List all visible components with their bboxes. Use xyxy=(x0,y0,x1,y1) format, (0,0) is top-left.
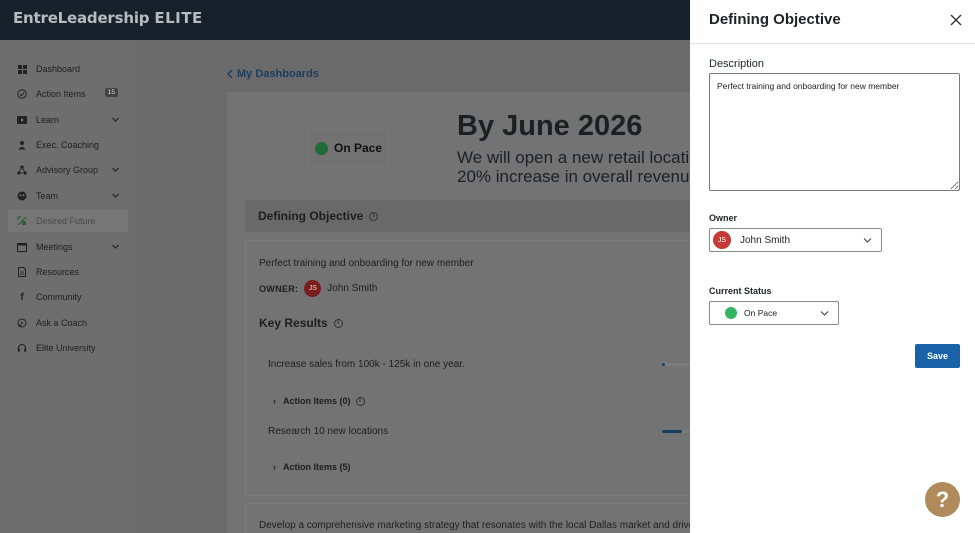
sidebar-item-label: Community xyxy=(36,292,82,302)
action-items-toggle[interactable]: › Action Items (0) i xyxy=(273,396,365,406)
key-result-text: Increase sales from 100k - 125k in one y… xyxy=(268,359,465,370)
chevron-down-icon xyxy=(863,238,872,243)
count-badge: 15 xyxy=(104,88,118,97)
key-result-progress-bar xyxy=(662,363,665,366)
chat-icon xyxy=(17,318,27,328)
key-result-progress-bar xyxy=(662,430,682,433)
close-icon[interactable] xyxy=(949,13,963,27)
team-icon xyxy=(17,191,27,201)
drawer-header: Defining Objective xyxy=(690,0,975,44)
play-icon xyxy=(17,115,27,125)
status-select[interactable]: On Pace xyxy=(709,301,839,325)
sidebar-item-advisory-group[interactable]: Advisory Group xyxy=(8,159,128,181)
group-icon xyxy=(17,165,27,175)
objective-text: Develop a comprehensive marketing strate… xyxy=(259,520,700,531)
objective-text: Perfect training and onboarding for new … xyxy=(259,258,474,269)
key-result-progress-track xyxy=(662,363,690,366)
avatar: JS xyxy=(713,231,731,249)
sidebar-item-exec-coaching[interactable]: Exec. Coaching xyxy=(8,134,128,156)
description-textarea[interactable] xyxy=(709,73,960,191)
sidebar-item-dashboard[interactable]: Dashboard xyxy=(8,58,128,80)
owner-select[interactable]: JS John Smith xyxy=(709,228,882,252)
chevron-down-icon[interactable] xyxy=(111,191,120,200)
owner-select-value: John Smith xyxy=(740,234,791,246)
action-items-toggle[interactable]: › Action Items (5) xyxy=(273,462,351,472)
goal-description: We will open a new retail location i 20%… xyxy=(457,148,725,186)
sidebar-item-learn[interactable]: Learn xyxy=(8,109,128,131)
coaching-icon xyxy=(17,140,27,150)
goal-description-line: We will open a new retail location i xyxy=(457,148,717,167)
info-icon[interactable]: i xyxy=(333,318,343,328)
sidebar-item-label: Learn xyxy=(36,115,60,125)
chevron-down-icon[interactable] xyxy=(111,165,120,174)
save-button[interactable]: Save xyxy=(915,344,960,368)
app-logo[interactable]: EntreLeadership ELITE xyxy=(13,9,203,27)
key-result-text: Research 10 new locations xyxy=(268,426,389,437)
avatar: JS xyxy=(304,280,322,297)
chevron-down-icon[interactable] xyxy=(111,242,120,251)
key-results-label: Key Results xyxy=(259,316,328,330)
future-icon xyxy=(17,216,27,226)
sidebar-item-resources[interactable]: Resources xyxy=(8,261,128,283)
edit-objective-drawer: Defining Objective Description Owner JS … xyxy=(690,0,975,533)
status-select-value: On Pace xyxy=(744,308,778,318)
check-circle-icon xyxy=(17,89,27,99)
current-status-label: Current Status xyxy=(709,286,772,296)
logo-elite-text: ELITE xyxy=(154,9,203,27)
sidebar-item-community[interactable]: f Community xyxy=(8,286,128,308)
key-results-title: Key Results i xyxy=(259,316,343,330)
calendar-icon xyxy=(17,242,27,252)
logo-text: EntreLeadership xyxy=(13,9,150,27)
grid-icon xyxy=(17,64,27,74)
owner-label: OWNER: xyxy=(259,283,299,294)
main-content: My Dashboards On Pace By June 2026 We wi… xyxy=(137,40,725,533)
info-icon[interactable]: i xyxy=(369,211,379,221)
sidebar-item-label: Ask a Coach xyxy=(36,318,88,328)
sidebar-item-meetings[interactable]: Meetings xyxy=(8,236,128,258)
info-icon[interactable]: i xyxy=(355,396,365,406)
section-title: Defining Objective xyxy=(258,209,364,223)
help-button[interactable]: ? xyxy=(925,482,960,517)
sidebar-item-label: Team xyxy=(36,191,59,201)
sidebar-item-desired-future[interactable]: Desired Future xyxy=(8,210,128,232)
status-dot-icon xyxy=(725,307,737,319)
sidebar: Dashboard Action Items 15 Learn Exec. Co… xyxy=(0,40,137,533)
action-items-label: Action Items (5) xyxy=(283,462,351,472)
facebook-icon: f xyxy=(20,291,24,303)
sidebar-item-label: Desired Future xyxy=(36,216,96,226)
owner-name: John Smith xyxy=(327,283,378,294)
sidebar-item-label: Resources xyxy=(36,267,80,277)
chevron-right-icon: › xyxy=(273,396,276,406)
owner-label: Owner xyxy=(709,213,738,223)
sidebar-item-elite-university[interactable]: Elite University xyxy=(8,337,128,359)
sidebar-item-team[interactable]: Team xyxy=(8,185,128,207)
section-header-defining-objective: Defining Objective i xyxy=(245,200,697,232)
objective-owner: OWNER: JS John Smith xyxy=(259,280,377,297)
description-label: Description xyxy=(709,58,765,70)
sidebar-item-label: Elite University xyxy=(36,343,96,353)
status-badge: On Pace xyxy=(308,129,389,167)
goal-title: By June 2026 xyxy=(457,110,643,142)
drawer-title: Defining Objective xyxy=(709,11,841,28)
headset-icon xyxy=(17,343,27,353)
chevron-right-icon: › xyxy=(273,462,276,472)
action-items-label: Action Items (0) xyxy=(283,396,351,406)
question-mark-icon: ? xyxy=(935,486,950,512)
chevron-down-icon xyxy=(820,311,829,316)
status-dot-icon xyxy=(314,141,328,155)
back-to-dashboards-link[interactable]: My Dashboards xyxy=(227,68,319,80)
sidebar-item-label: Action Items xyxy=(36,89,86,99)
sidebar-item-label: Advisory Group xyxy=(36,165,99,175)
chevron-left-icon xyxy=(227,69,233,79)
sidebar-item-ask-a-coach[interactable]: Ask a Coach xyxy=(8,312,128,334)
sidebar-item-label: Exec. Coaching xyxy=(36,140,100,150)
sidebar-item-label: Dashboard xyxy=(36,64,81,74)
goal-description-line: 20% increase in overall revenue. [D xyxy=(457,167,726,186)
chevron-down-icon[interactable] xyxy=(111,115,120,124)
back-link-label: My Dashboards xyxy=(237,68,319,80)
sidebar-item-action-items[interactable]: Action Items 15 xyxy=(8,83,128,105)
document-icon xyxy=(17,267,27,277)
sidebar-item-label: Meetings xyxy=(36,242,73,252)
status-label: On Pace xyxy=(333,141,383,155)
